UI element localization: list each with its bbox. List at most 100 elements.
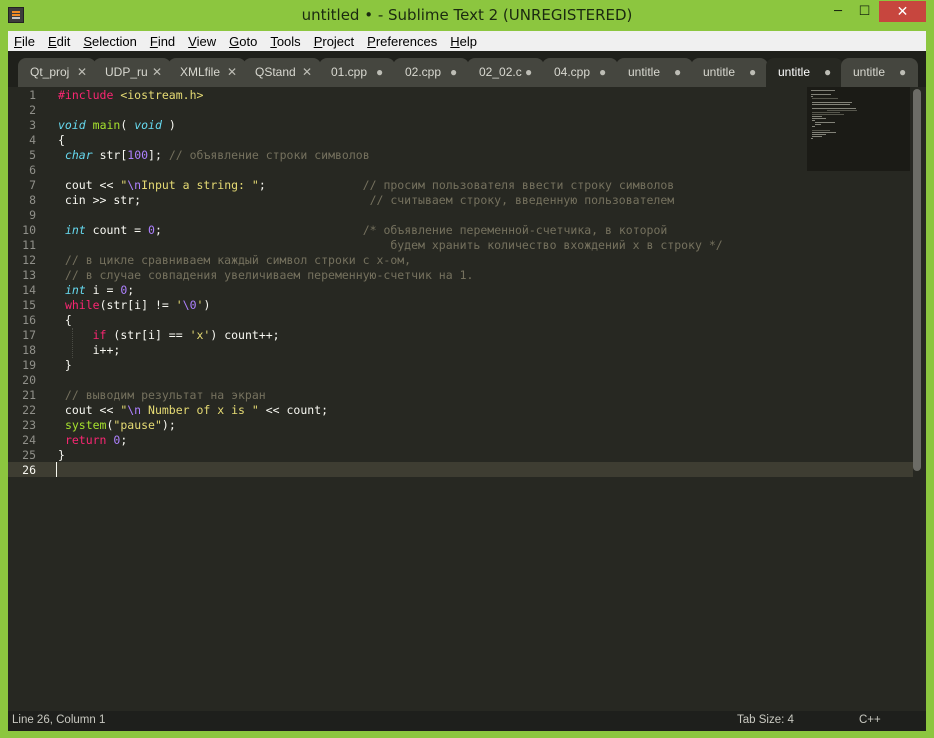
status-tab-size[interactable]: Tab Size: 4: [737, 714, 794, 726]
tab-3[interactable]: XMLfile ✕: [168, 58, 246, 87]
code-token: 'x': [189, 328, 211, 342]
tab-modified-dot-icon[interactable]: ●: [525, 65, 532, 79]
tab-modified-dot-icon[interactable]: ●: [674, 65, 681, 79]
code-token: ): [203, 298, 211, 312]
code-line[interactable]: i++;: [58, 343, 121, 358]
code-token: \0: [182, 298, 197, 312]
code-line[interactable]: int i = 0;: [58, 283, 134, 298]
tab-modified-dot-icon[interactable]: ●: [450, 65, 457, 79]
maximize-button[interactable]: ☐: [851, 1, 878, 22]
code-line[interactable]: cout << "\n Number of x is " << count;: [58, 403, 328, 418]
minimap-line: [812, 130, 830, 131]
code-line[interactable]: system("pause");: [58, 418, 176, 433]
tab-7[interactable]: 02_02.c ●: [467, 58, 544, 87]
menu-edit[interactable]: Edit: [48, 34, 70, 49]
code-line[interactable]: char str[100]; // объявление строки симв…: [58, 148, 370, 163]
tab-2[interactable]: UDP_ru ✕: [93, 58, 171, 87]
tab-modified-dot-icon[interactable]: ●: [899, 65, 906, 79]
tab-10[interactable]: untitle ●: [691, 58, 768, 87]
tab-4[interactable]: QStand ✕: [243, 58, 321, 87]
code-line[interactable]: }: [58, 358, 72, 373]
code-line[interactable]: // выводим результат на экран: [58, 388, 266, 403]
code-line[interactable]: int count = 0; /* объявление переменной-…: [58, 223, 667, 238]
minimap-line: [812, 132, 836, 133]
tab-12[interactable]: untitle ●: [841, 58, 918, 87]
menu-project[interactable]: Project: [314, 34, 354, 49]
tab-close-icon[interactable]: ✕: [152, 65, 162, 79]
tab-6[interactable]: 02.cpp ●: [393, 58, 469, 87]
menu-selection[interactable]: Selection: [83, 34, 136, 49]
code-line[interactable]: cin >> str; // считываем строку, введенн…: [58, 193, 674, 208]
code-line[interactable]: if (str[i] == 'x') count++;: [58, 328, 280, 343]
minimize-button[interactable]: ─: [825, 1, 851, 22]
code-line[interactable]: {: [58, 133, 65, 148]
minimap-line: [812, 102, 852, 103]
code-token: << count;: [258, 403, 329, 417]
tab-modified-dot-icon[interactable]: ●: [749, 65, 756, 79]
code-token: Input a string: ": [141, 178, 259, 192]
code-line[interactable]: // в случае совпадения увеличиваем перем…: [58, 268, 474, 283]
tab-modified-dot-icon[interactable]: ●: [376, 65, 383, 79]
code-token: 0: [148, 223, 155, 237]
minimap[interactable]: [807, 87, 910, 171]
code-token: // объявление строки символов: [168, 148, 370, 162]
status-syntax[interactable]: C++: [859, 714, 881, 726]
code-token: int: [64, 223, 86, 237]
code-token: // в случае совпадения увеличиваем перем…: [58, 268, 474, 282]
code-line[interactable]: cout << "\nInput a string: "; // просим …: [58, 178, 674, 193]
code-token: "pause": [113, 418, 162, 432]
tab-close-icon[interactable]: ✕: [77, 65, 87, 79]
menu-file[interactable]: File: [14, 34, 35, 49]
menu-help[interactable]: Help: [450, 34, 477, 49]
code-line[interactable]: // в цикле сравниваем каждый символ стро…: [58, 253, 411, 268]
code-editor[interactable]: #include <iostream.h> void main( void ){ …: [58, 87, 808, 707]
indent-guide: [72, 328, 73, 358]
minimap-line: [815, 122, 835, 123]
tab-9[interactable]: untitle ●: [616, 58, 693, 87]
tab-modified-dot-icon[interactable]: ●: [599, 65, 606, 79]
code-line[interactable]: }: [58, 448, 65, 463]
tab-close-icon[interactable]: ✕: [302, 65, 312, 79]
line-number-gutter: 1 2 3 4 5 6 7 8 9 10 11 12 13 14 15 16 17 18 19 20 21 22 23 24 2…: [8, 87, 48, 707]
vertical-scrollbar[interactable]: [913, 89, 921, 471]
tab-5[interactable]: 01.cpp ●: [319, 58, 395, 87]
tab-1[interactable]: Qt_proj ✕: [18, 58, 96, 87]
line-number: 13: [22, 268, 36, 282]
code-token: 100: [127, 148, 149, 162]
code-token: char: [64, 148, 93, 162]
code-line[interactable]: while(str[i] != '\0'): [58, 298, 210, 313]
code-token: // считываем строку, введенную пользоват…: [369, 193, 675, 207]
line-number: 4: [29, 133, 36, 147]
menu-goto[interactable]: Goto: [229, 34, 257, 49]
code-line[interactable]: будем хранить количество вхождений x в с…: [58, 238, 723, 253]
menu-find[interactable]: Find: [150, 34, 175, 49]
code-line[interactable]: {: [58, 313, 72, 328]
tab-label: UDP_ru: [105, 65, 148, 79]
title-bar[interactable]: untitled • - Sublime Text 2 (UNREGISTERE…: [0, 0, 934, 32]
close-button[interactable]: ✕: [879, 1, 926, 22]
code-token: // в цикле сравниваем каждый символ стро…: [58, 253, 412, 267]
tab-8[interactable]: 04.cpp ●: [542, 58, 618, 87]
tab-close-icon[interactable]: ✕: [227, 65, 237, 79]
menu-view[interactable]: View: [188, 34, 216, 49]
tab-modified-dot-icon[interactable]: ●: [824, 65, 831, 79]
code-token: ): [161, 118, 176, 132]
line-number: 14: [22, 283, 36, 297]
minimap-line: [812, 126, 815, 127]
code-token: (str[i] !=: [99, 298, 176, 312]
code-line[interactable]: #include <iostream.h>: [58, 88, 203, 103]
line-number: 20: [22, 373, 36, 387]
code-line[interactable]: void main( void ): [58, 118, 176, 133]
code-token: \n: [127, 178, 142, 192]
menu-preferences[interactable]: Preferences: [367, 34, 437, 49]
code-token: i =: [85, 283, 121, 297]
code-line[interactable]: return 0;: [58, 433, 127, 448]
code-token: void: [134, 118, 162, 132]
menu-tools[interactable]: Tools: [270, 34, 300, 49]
minimap-line: [812, 134, 826, 135]
tab-11[interactable]: untitle ●: [766, 58, 843, 87]
code-token: cout <<: [58, 403, 121, 417]
code-token: будем хранить количество вхождений x в с…: [58, 238, 723, 252]
